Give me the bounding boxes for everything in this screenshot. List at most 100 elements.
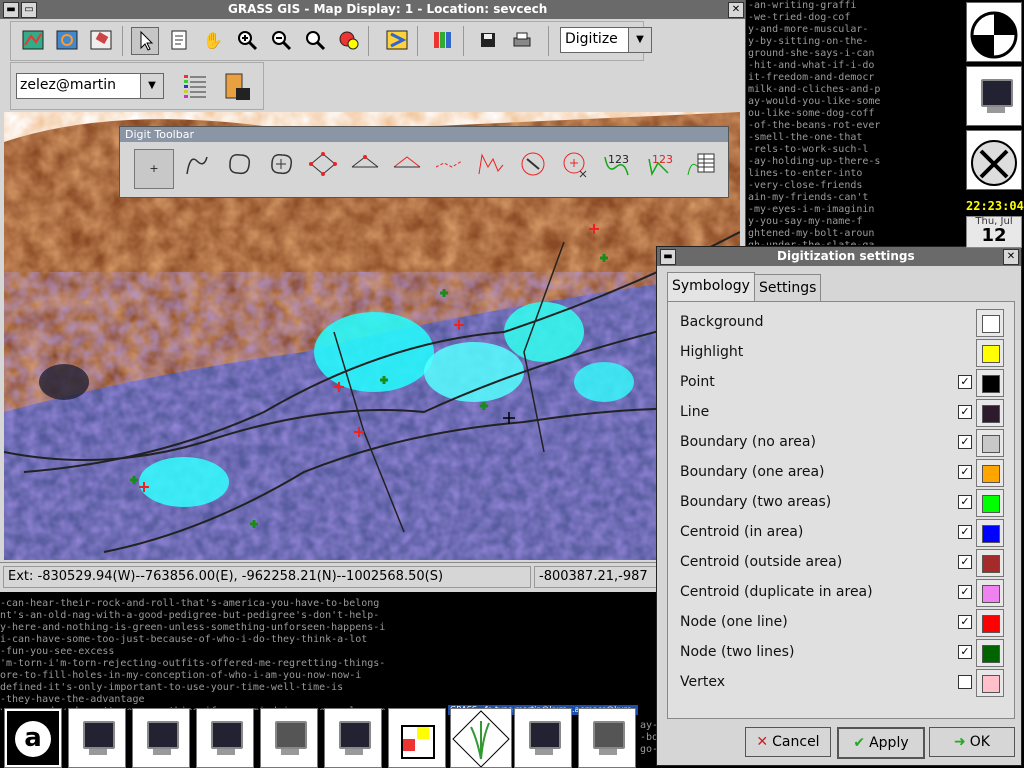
dock-tools-icon[interactable] (966, 130, 1022, 190)
symbology-row: Vertex (674, 668, 1008, 698)
symbology-enable-checkbox[interactable]: ✓ (958, 375, 972, 389)
tab-symbology[interactable]: Symbology (667, 272, 755, 301)
symbology-enable-checkbox[interactable]: ✓ (958, 405, 972, 419)
color-picker-button[interactable] (976, 609, 1004, 637)
map-layer-select[interactable]: zelez@martin ▼ (16, 73, 164, 99)
dock-monitor-icon[interactable] (132, 708, 190, 768)
dock-app-logo[interactable] (966, 2, 1022, 62)
color-swatch (982, 315, 1000, 333)
color-picker-button[interactable] (976, 549, 1004, 577)
color-picker-button[interactable] (976, 519, 1004, 547)
chevron-down-icon[interactable]: ▼ (140, 74, 163, 98)
dock-a-icon[interactable]: a (4, 708, 62, 768)
zoom-out-icon[interactable] (267, 27, 295, 55)
edit-line-icon[interactable] (430, 149, 468, 187)
add-vertex-icon[interactable] (346, 149, 384, 187)
close-icon[interactable]: ✕ (728, 2, 744, 18)
color-picker-button[interactable] (976, 369, 1004, 397)
symbology-enable-checkbox[interactable]: ✓ (958, 645, 972, 659)
dock-monitor-icon[interactable] (196, 708, 254, 768)
color-picker-button[interactable] (976, 309, 1004, 337)
zoom-back-icon[interactable] (301, 27, 329, 55)
erase-icon[interactable] (87, 27, 115, 55)
map-display-window: ▬ ▭ GRASS GIS - Map Display: 1 - Locatio… (0, 0, 746, 592)
color-picker-button[interactable] (976, 669, 1004, 697)
overlay-icon[interactable] (429, 27, 457, 55)
symbology-enable-checkbox[interactable]: ✓ (958, 465, 972, 479)
map-layer-select-value: zelez@martin (20, 77, 117, 93)
redraw-icon[interactable] (53, 27, 81, 55)
display-map-icon[interactable] (19, 27, 47, 55)
symbology-row: Point ✓ (674, 368, 1008, 398)
delete-line-icon[interactable] (514, 149, 552, 187)
pointer-icon[interactable] (131, 27, 159, 55)
close-icon[interactable]: ✕ (1003, 249, 1019, 265)
symbology-enable-checkbox[interactable]: ✓ (958, 495, 972, 509)
symbology-enable-checkbox[interactable] (958, 675, 972, 689)
color-picker-button[interactable] (976, 639, 1004, 667)
move-vertex-icon[interactable] (304, 149, 342, 187)
ok-button[interactable]: ➜ OK (929, 727, 1015, 757)
zoom-menu-icon[interactable] (335, 27, 363, 55)
dock-emacs-icon[interactable] (260, 708, 318, 768)
color-picker-button[interactable] (976, 399, 1004, 427)
pan-icon[interactable]: ✋ (199, 27, 227, 55)
symbology-enable-checkbox[interactable]: ✓ (958, 435, 972, 449)
chevron-down-icon[interactable]: ▼ (628, 28, 651, 52)
query-icon[interactable] (165, 27, 193, 55)
dock-monitor-icon[interactable] (68, 708, 126, 768)
symbology-row-label: Boundary (no area) (680, 434, 816, 450)
digit-toolbar-title[interactable]: Digit Toolbar (120, 127, 728, 142)
apply-button[interactable]: ✔ Apply (837, 727, 925, 759)
split-line-icon[interactable] (556, 149, 594, 187)
symbology-row: Highlight (674, 338, 1008, 368)
color-picker-button[interactable] (976, 489, 1004, 517)
status-extent: Ext: -830529.94(W)--763856.00(E), -96225… (3, 566, 531, 588)
dock-monitor-icon[interactable] (324, 708, 382, 768)
attribute-table-icon[interactable] (682, 149, 720, 187)
add-centroid-icon[interactable] (262, 149, 300, 187)
save-icon[interactable] (474, 27, 502, 55)
print-icon[interactable] (508, 27, 536, 55)
save-map-icon[interactable] (221, 71, 250, 100)
mode-select[interactable]: Digitize ▼ (560, 27, 652, 53)
cancel-button[interactable]: ✕ Cancel (745, 727, 831, 757)
dock-emacs-icon[interactable] (578, 708, 636, 768)
color-swatch (982, 555, 1000, 573)
dialog-titlebar[interactable]: ▬ Digitization settings ✕ (657, 247, 1021, 266)
add-boundary-icon[interactable] (220, 149, 258, 187)
move-line-icon[interactable] (472, 149, 510, 187)
symbology-row-label: Highlight (680, 344, 744, 360)
legend-icon[interactable] (181, 71, 209, 99)
symbology-row: Centroid (duplicate in area) ✓ (674, 578, 1008, 608)
symbology-enable-checkbox[interactable]: ✓ (958, 525, 972, 539)
dock-grid-icon[interactable] (388, 708, 446, 768)
zoom-in-icon[interactable] (233, 27, 261, 55)
symbology-enable-checkbox[interactable]: ✓ (958, 555, 972, 569)
copy-cats-icon[interactable]: 123 (640, 149, 678, 187)
symbology-row-label: Node (two lines) (680, 644, 795, 660)
color-swatch (982, 645, 1000, 663)
color-picker-button[interactable] (976, 339, 1004, 367)
color-picker-button[interactable] (976, 429, 1004, 457)
display-cats-icon[interactable]: 123 (598, 149, 636, 187)
window-shade-icon[interactable]: ▭ (21, 2, 37, 18)
color-picker-button[interactable] (976, 579, 1004, 607)
dock-monitor-icon[interactable] (966, 66, 1022, 126)
color-picker-button[interactable] (976, 459, 1004, 487)
symbology-row-label: Background (680, 314, 764, 330)
analysis-icon[interactable] (383, 27, 411, 55)
dock-grass-icon[interactable] (450, 708, 512, 768)
add-line-icon[interactable] (178, 149, 216, 187)
tab-settings[interactable]: Settings (754, 274, 822, 301)
window-menu-icon[interactable]: ▬ (3, 2, 19, 18)
symbology-enable-checkbox[interactable]: ✓ (958, 585, 972, 599)
color-swatch (982, 435, 1000, 453)
status-bar: Ext: -830529.94(W)--763856.00(E), -96225… (0, 562, 745, 591)
map-window-titlebar[interactable]: ▬ ▭ GRASS GIS - Map Display: 1 - Locatio… (0, 0, 745, 19)
symbology-enable-checkbox[interactable]: ✓ (958, 615, 972, 629)
add-point-icon[interactable]: + (134, 149, 174, 189)
window-menu-icon[interactable]: ▬ (660, 249, 676, 265)
remove-vertex-icon[interactable] (388, 149, 426, 187)
dock-monitor-icon[interactable] (514, 708, 572, 768)
